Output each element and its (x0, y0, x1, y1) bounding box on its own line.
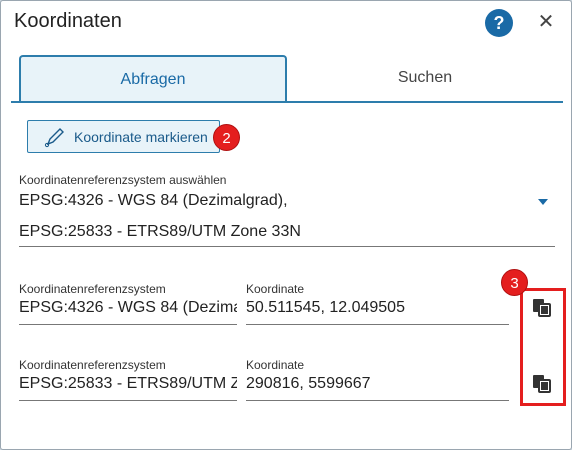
help-icon[interactable]: ? (485, 9, 513, 37)
row2-coord-label: Koordinate (246, 358, 305, 372)
row2-coord-underline (246, 400, 509, 401)
tab-divider (11, 101, 563, 103)
tab-abfragen[interactable]: Abfragen (19, 55, 287, 101)
pencil-icon (44, 127, 64, 147)
annotation-badge-2: 2 (213, 124, 240, 151)
crs-select-label: Koordinatenreferenzsystem auswählen (19, 173, 227, 187)
dialog-title: Koordinaten (14, 10, 122, 32)
crs-select-value-line1[interactable]: EPSG:4326 - WGS 84 (Dezimalgrad), (19, 192, 519, 210)
row2-crs-underline (19, 400, 237, 401)
row1-crs-value[interactable]: EPSG:4326 - WGS 84 (Dezimalgrad) (19, 299, 237, 317)
row2-crs-value[interactable]: EPSG:25833 - ETRS89/UTM Zone 33N (19, 375, 237, 393)
annotation-highlight-box (520, 288, 566, 406)
mark-coordinate-button[interactable]: Koordinate markieren (27, 120, 220, 153)
coordinates-dialog: Koordinaten ? ✕ Abfragen Suchen Koordina… (0, 0, 572, 450)
close-icon[interactable]: ✕ (534, 8, 558, 36)
crs-select-underline (19, 246, 555, 247)
row1-crs-underline (19, 324, 237, 325)
row1-coord-value[interactable]: 50.511545, 12.049505 (246, 299, 508, 317)
crs-select-value-line2[interactable]: EPSG:25833 - ETRS89/UTM Zone 33N (19, 223, 519, 241)
row1-coord-label: Koordinate (246, 282, 305, 296)
mark-coordinate-label: Koordinate markieren (74, 128, 208, 145)
chevron-down-icon[interactable] (538, 199, 548, 205)
row1-crs-label: Koordinatenreferenzsystem (19, 282, 166, 296)
row2-coord-value[interactable]: 290816, 5599667 (246, 375, 508, 393)
annotation-badge-3: 3 (501, 269, 528, 296)
row1-coord-underline (246, 324, 509, 325)
row2-crs-label: Koordinatenreferenzsystem (19, 358, 166, 372)
tab-suchen[interactable]: Suchen (291, 55, 559, 101)
